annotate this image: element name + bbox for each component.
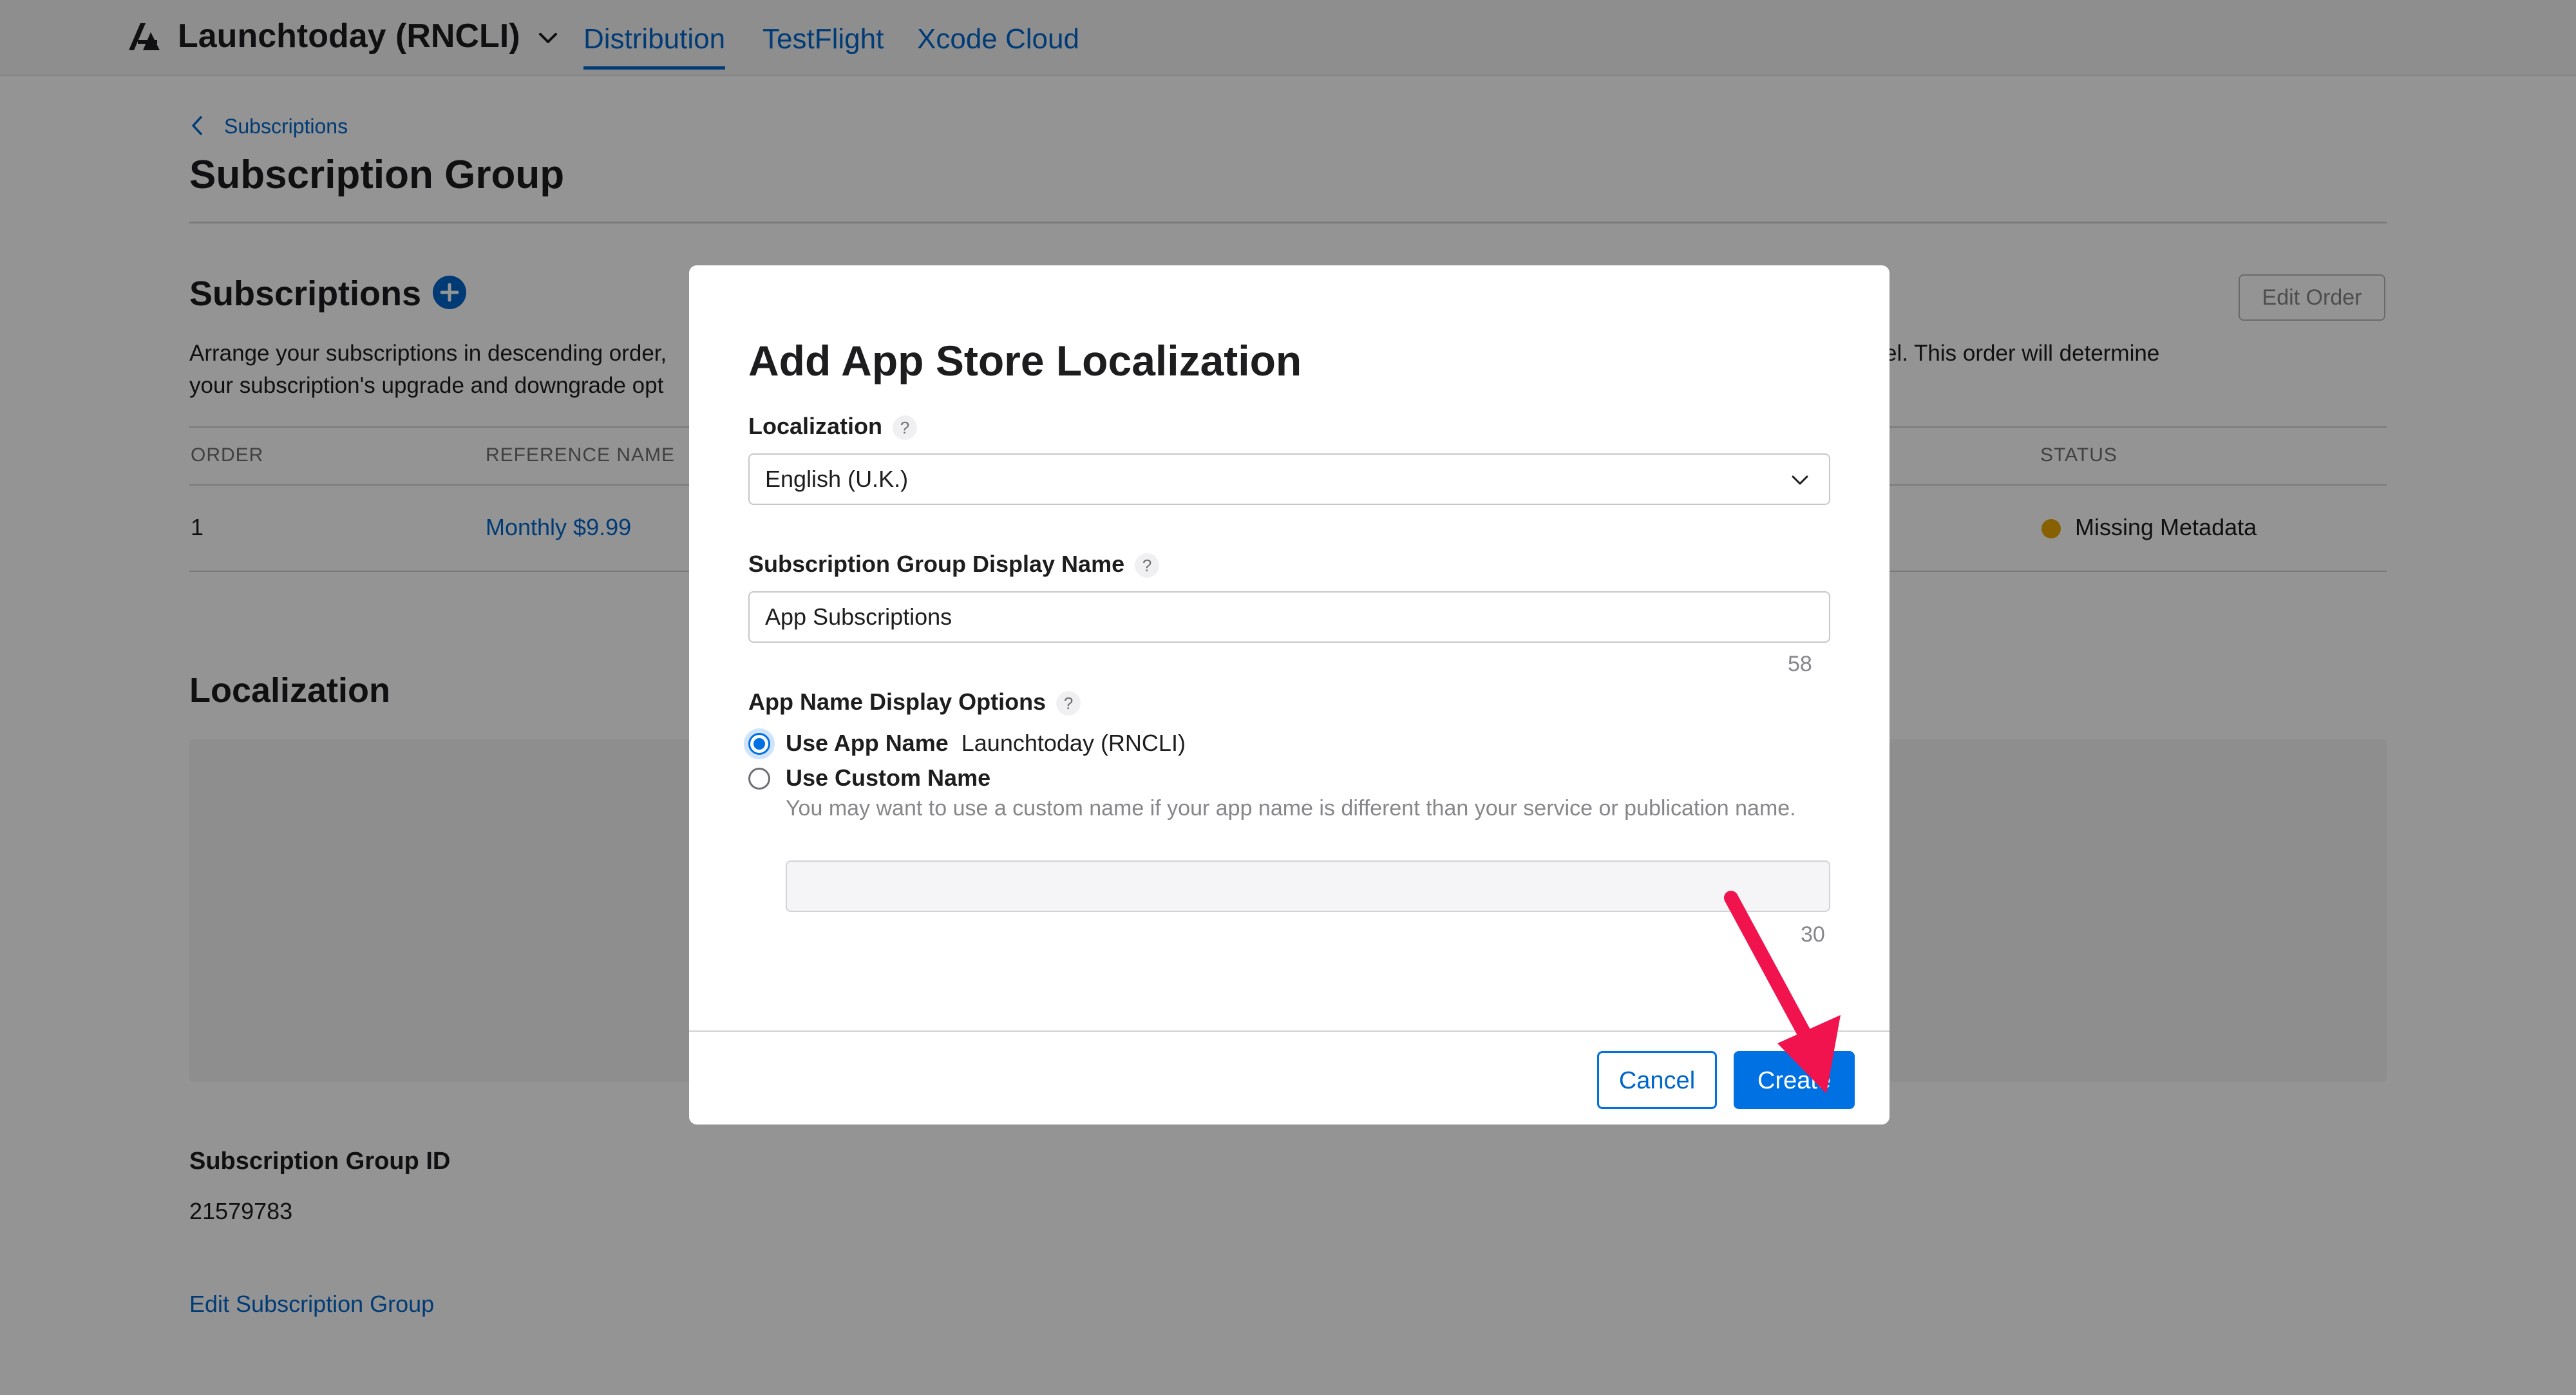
help-icon[interactable]: ? [893, 415, 918, 441]
use-app-name-option[interactable]: Use App Name Launchtoday (RNCLI) [786, 729, 1186, 757]
use-app-name-label: Use App Name [786, 730, 949, 756]
display-name-char-counter: 58 [1788, 652, 1812, 676]
cancel-button[interactable]: Cancel [1597, 1051, 1717, 1109]
custom-name-input[interactable] [786, 860, 1830, 912]
display-name-label-text: Subscription Group Display Name [748, 551, 1125, 577]
use-custom-name-radio[interactable] [748, 768, 770, 790]
chevron-down-icon [1792, 475, 1808, 485]
dialog-title: Add App Store Localization [748, 337, 1302, 384]
app-name-options-label: App Name Display Options? [748, 688, 1081, 716]
help-icon[interactable]: ? [1056, 691, 1081, 716]
localization-label: Localization? [748, 412, 918, 441]
use-app-name-value: Launchtoday (RNCLI) [961, 730, 1186, 756]
custom-name-hint: You may want to use a custom name if you… [786, 796, 1796, 821]
display-name-label: Subscription Group Display Name? [748, 550, 1160, 578]
annotation-arrow-icon [1724, 891, 1841, 1094]
app-name-options-label-text: App Name Display Options [748, 688, 1046, 715]
localization-label-text: Localization [748, 413, 883, 439]
localization-select[interactable]: English (U.K.) [748, 453, 1830, 505]
display-name-input[interactable]: App Subscriptions [748, 591, 1830, 643]
use-custom-name-label[interactable]: Use Custom Name [786, 764, 990, 792]
use-app-name-radio[interactable] [748, 733, 770, 755]
help-icon[interactable]: ? [1135, 553, 1160, 578]
localization-select-value: English (U.K.) [765, 466, 909, 492]
